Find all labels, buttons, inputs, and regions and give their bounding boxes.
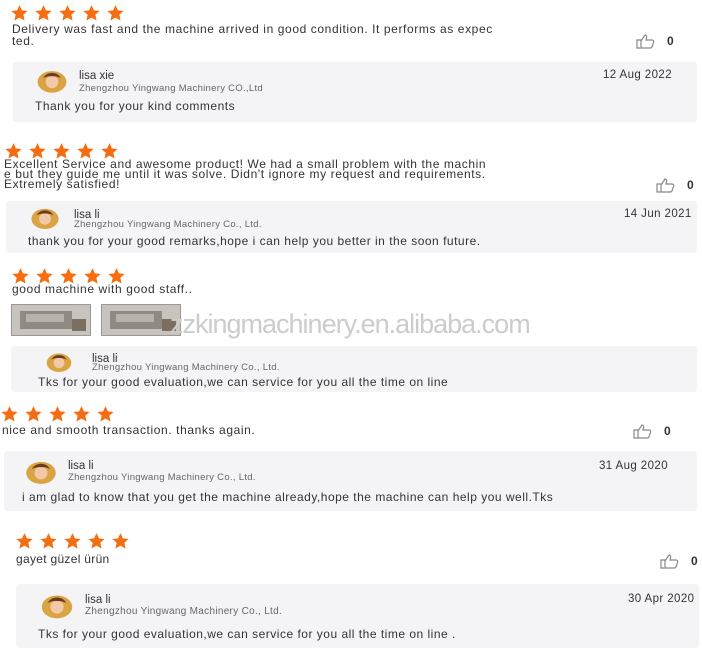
reply-author-name: lisa xie: [79, 70, 115, 82]
star-icon: [111, 532, 130, 550]
avatar: [38, 593, 76, 619]
thumbs-up-icon[interactable]: [656, 177, 678, 193]
review-photo-thumbnail[interactable]: [11, 304, 91, 336]
avatar: [39, 352, 79, 372]
star-icon: [58, 4, 77, 22]
reply-author-name: lisa li: [85, 594, 111, 606]
star-icon: [63, 532, 82, 550]
like-count: 0: [687, 178, 694, 192]
reply-date: 31 Aug 2020: [599, 460, 668, 472]
star-icon: [106, 4, 125, 22]
seller-reply: lisa li Zhengzhou Yingwang Machinery Co.…: [6, 201, 697, 253]
review-text-line: nice and smooth transaction. thanks agai…: [2, 423, 256, 437]
thumbs-up-icon[interactable]: [636, 33, 658, 49]
reply-text: Tks for your good evaluation,we can serv…: [38, 627, 456, 641]
review-text-line: ted.: [12, 34, 35, 48]
star-icon: [15, 532, 34, 550]
star-icon: [34, 4, 53, 22]
star-icon: [24, 405, 43, 423]
reply-text: Tks for your good evaluation,we can serv…: [38, 375, 449, 389]
reply-company: Zhengzhou Yingwang Machinery CO.,Ltd: [79, 83, 264, 94]
reply-text: i am glad to know that you get the machi…: [22, 490, 554, 504]
reply-company: Zhengzhou Yingwang Machinery Co., Ltd.: [74, 219, 262, 230]
thumbs-up-icon[interactable]: [660, 553, 682, 569]
avatar: [34, 69, 70, 93]
star-icon: [0, 405, 19, 423]
star-icon: [48, 405, 67, 423]
reply-company: Zhengzhou Yingwang Machinery Co., Ltd.: [92, 362, 280, 373]
like-button[interactable]: 0: [636, 33, 674, 49]
review-text-line: Delivery was fast and the machine arrive…: [12, 22, 493, 36]
like-button[interactable]: 0: [633, 423, 671, 439]
rating-stars: [10, 4, 130, 22]
review-text-line: gayet güzel ürün: [16, 552, 110, 566]
rating-stars: [0, 405, 120, 423]
reply-date: 12 Aug 2022: [603, 69, 672, 81]
like-count: 0: [664, 424, 671, 438]
star-icon: [10, 4, 29, 22]
watermark-text: zzkingmachinery.en.alibaba.com: [170, 309, 531, 339]
like-count: 0: [667, 34, 674, 48]
review-text-line: Extremely satisfied!: [4, 177, 121, 191]
star-icon: [72, 405, 91, 423]
review-text-line: good machine with good staff..: [12, 282, 193, 296]
reply-text: thank you for your good remarks,hope i c…: [28, 234, 481, 248]
reply-date: 30 Apr 2020: [628, 593, 695, 605]
thumbs-up-icon[interactable]: [633, 423, 655, 439]
reply-company: Zhengzhou Yingwang Machinery Co., Ltd.: [68, 472, 256, 483]
seller-reply: lisa xie Zhengzhou Yingwang Machinery CO…: [13, 62, 697, 122]
seller-reply: lisa li Zhengzhou Yingwang Machinery Co.…: [16, 584, 699, 648]
reply-company: Zhengzhou Yingwang Machinery Co., Ltd.: [85, 606, 283, 617]
review-photo-thumbnail[interactable]: [101, 304, 181, 336]
like-button[interactable]: 0: [656, 177, 694, 193]
avatar: [22, 460, 60, 484]
star-icon: [87, 532, 106, 550]
avatar: [26, 207, 64, 229]
seller-reply: lisa li Zhengzhou Yingwang Machinery Co.…: [4, 451, 697, 511]
like-count: 0: [691, 554, 698, 568]
rating-stars: [15, 532, 135, 550]
star-icon: [96, 405, 115, 423]
star-icon: [82, 4, 101, 22]
like-button[interactable]: 0: [660, 553, 698, 569]
seller-reply: lisa li Zhengzhou Yingwang Machinery Co.…: [11, 346, 697, 392]
reply-date: 14 Jun 2021: [624, 208, 692, 220]
star-icon: [39, 532, 58, 550]
reply-author-name: lisa li: [68, 460, 94, 472]
reply-text: Thank you for your kind comments: [35, 99, 236, 113]
